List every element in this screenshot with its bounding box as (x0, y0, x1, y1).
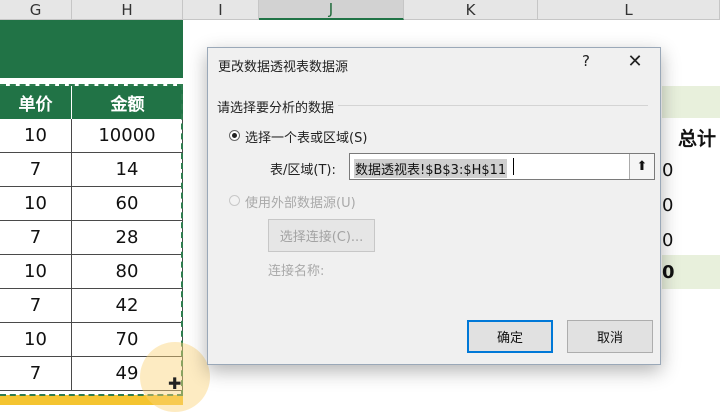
pivot-value[interactable]: 0 (662, 195, 673, 216)
help-button[interactable]: ? (576, 52, 596, 70)
column-header-k[interactable]: K (404, 0, 538, 20)
section-label: 请选择要分析的数据 (217, 101, 335, 116)
cancel-button[interactable]: 取消 (567, 320, 653, 353)
column-header-h[interactable]: H (72, 0, 183, 20)
cell-cursor-icon: ✚ (168, 374, 182, 393)
close-button[interactable]: ✕ (624, 51, 646, 72)
section-divider (338, 105, 648, 106)
column-header-g[interactable]: G (0, 0, 72, 20)
radio-select-table[interactable] (229, 130, 240, 141)
pivot-grand-total[interactable]: 0 (662, 262, 675, 283)
column-header-i[interactable]: I (183, 0, 259, 20)
pivot-value[interactable]: 0 (662, 230, 673, 251)
column-header-l[interactable]: L (538, 0, 720, 20)
range-value[interactable]: 数据透视表!$B$3:$H$11 (354, 159, 508, 178)
pivot-header-bg (662, 86, 720, 118)
dialog-title: 更改数据透视表数据源 (218, 60, 349, 75)
radio-external-source[interactable] (229, 195, 240, 206)
ok-button[interactable]: 确定 (467, 320, 553, 353)
choose-connection-button[interactable]: 选择连接(C)... (268, 219, 375, 252)
range-input[interactable]: 数据透视表!$B$3:$H$11 ⬆ (349, 153, 655, 180)
pivot-total-header[interactable]: 总计 (678, 124, 716, 151)
radio-external-source-label[interactable]: 使用外部数据源(U) (245, 192, 356, 211)
title-banner (0, 20, 183, 78)
text-caret (513, 158, 514, 175)
collapse-dialog-icon[interactable]: ⬆ (629, 154, 654, 179)
range-label: 表/区域(T): (270, 163, 336, 178)
column-header-j[interactable]: J (259, 0, 404, 20)
radio-select-table-label[interactable]: 选择一个表或区域(S) (245, 127, 367, 146)
change-pivot-source-dialog: 更改数据透视表数据源 ? ✕ 请选择要分析的数据 选择一个表或区域(S) 表/区… (207, 47, 661, 365)
connection-name-label: 连接名称: (268, 264, 325, 279)
pivot-value[interactable]: 0 (662, 160, 673, 181)
